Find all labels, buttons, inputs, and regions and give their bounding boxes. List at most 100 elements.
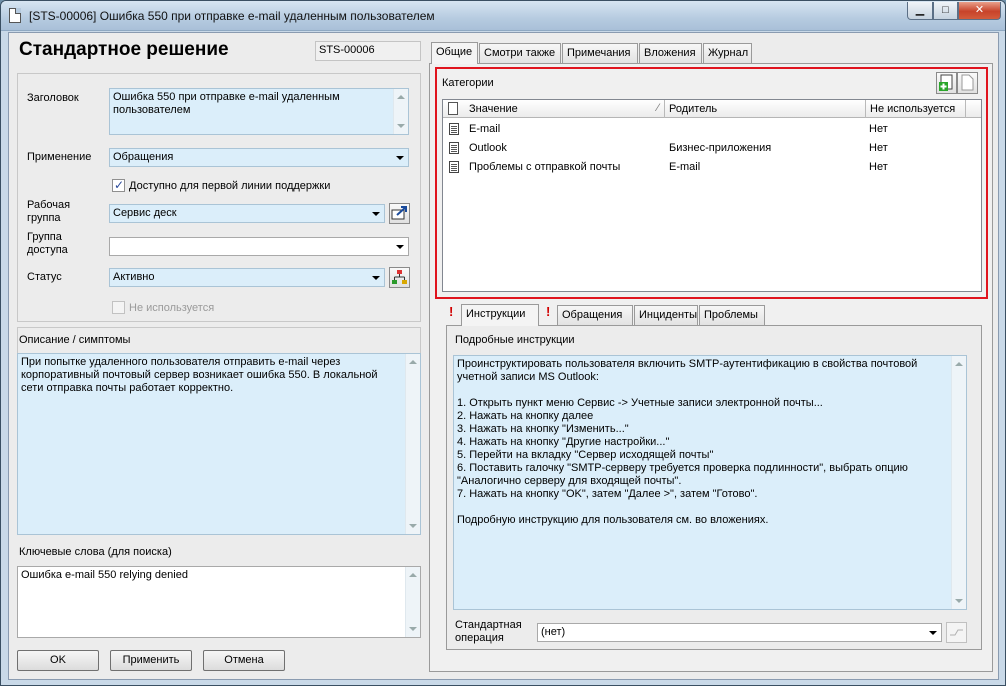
instructions-line: "Аналогично серверу для входящей почты". — [457, 475, 682, 487]
instructions-line: 4. Нажать на кнопку "Другие настройки...… — [457, 436, 670, 448]
folder-open-icon — [391, 206, 407, 220]
tab-instructions[interactable]: Инструкции — [461, 304, 539, 326]
instructions-label: Подробные инструкции — [455, 334, 575, 346]
document-icon — [9, 8, 21, 23]
workgroup-label-line2: группа — [27, 212, 61, 224]
blank-document-icon — [961, 74, 974, 91]
instructions-line — [457, 501, 963, 514]
instructions-flag: ! — [449, 304, 454, 319]
subject-text: Ошибка 550 при отправке e-mail удаленным… — [113, 91, 340, 116]
app-window: [STS-00006] Ошибка 550 при отправке e-ma… — [0, 0, 1006, 686]
instructions-field[interactable]: Проинструктировать пользователя включить… — [453, 355, 967, 610]
instructions-line: 1. Открыть пункт меню Сервис -> Учетные … — [457, 397, 823, 409]
table-row[interactable]: E-mail Нет — [443, 120, 981, 139]
first-line-checkbox[interactable] — [112, 178, 125, 192]
record-icon — [449, 161, 459, 173]
workgroup-combo[interactable]: Сервис деск — [109, 204, 385, 223]
not-used-label: Не используется — [129, 302, 215, 314]
status-value: Активно — [113, 271, 155, 283]
workflow-icon — [392, 270, 407, 284]
instructions-line: 3. Нажать на кнопку "Изменить..." — [457, 423, 629, 435]
std-operation-label-line2: операция — [455, 632, 504, 644]
application-combo[interactable]: Обращения — [109, 148, 409, 167]
instructions-line — [457, 384, 963, 397]
chevron-down-icon[interactable] — [926, 625, 940, 640]
maximize-button[interactable]: □ — [933, 2, 958, 20]
description-label: Описание / симптомы — [19, 334, 131, 346]
instructions-line: учетной записи MS Outlook: — [457, 371, 599, 383]
tab-see-also[interactable]: Смотри также — [479, 43, 561, 63]
tab-notes[interactable]: Примечания — [562, 43, 638, 63]
subject-label: Заголовок — [27, 92, 79, 104]
tab-attachments[interactable]: Вложения — [639, 43, 702, 63]
instructions-line: 2. Нажать на кнопку далее — [457, 410, 594, 422]
tab-requests[interactable]: Обращения — [557, 305, 633, 325]
table-row[interactable]: Outlook Бизнес-приложения Нет — [443, 139, 981, 158]
add-category-button[interactable] — [936, 72, 957, 94]
description-field[interactable]: При попытке удаленного пользователя отпр… — [17, 353, 421, 535]
application-label: Применение — [27, 151, 92, 163]
workgroup-value: Сервис деск — [113, 207, 177, 219]
instructions-scrollbar[interactable] — [951, 356, 966, 609]
tab-incidents[interactable]: Инциденты — [634, 305, 698, 325]
title-bar[interactable]: [STS-00006] Ошибка 550 при отправке e-ma… — [1, 1, 1005, 31]
instructions-line: Подробную инструкцию для пользователя см… — [457, 514, 769, 526]
apply-button[interactable]: Применить — [110, 650, 192, 671]
std-operation-edit-button[interactable] — [946, 622, 967, 643]
remove-category-button[interactable] — [957, 72, 978, 94]
chevron-down-icon[interactable] — [369, 206, 383, 221]
subject-field[interactable]: Ошибка 550 при отправке e-mail удаленным… — [109, 88, 409, 135]
status-label: Статус — [27, 271, 62, 283]
std-operation-combo[interactable]: (нет) — [537, 623, 942, 642]
not-used-checkbox[interactable] — [112, 301, 125, 314]
cell-value: E-mail — [469, 123, 501, 135]
chevron-down-icon[interactable] — [369, 270, 383, 285]
cancel-button[interactable]: Отмена — [203, 650, 285, 671]
cell-value: Проблемы с отправкой почты — [469, 161, 621, 173]
instructions-line: 6. Поставить галочку "SMTP-серверу требу… — [457, 462, 908, 474]
keywords-scrollbar[interactable] — [405, 567, 420, 637]
subject-scrollbar[interactable] — [393, 89, 408, 134]
instructions-line: 7. Нажать на кнопку "OK", затем "Далее >… — [457, 488, 758, 500]
description-text: При попытке удаленного пользователя отпр… — [21, 356, 378, 394]
status-workflow-button[interactable] — [389, 267, 410, 288]
column-header-unused[interactable]: Не используется — [866, 100, 966, 118]
dialog-client: Стандартное решение STS-00006 Заголовок … — [8, 32, 999, 680]
instructions-line: Проинструктировать пользователя включить… — [457, 358, 918, 370]
code-field[interactable]: STS-00006 — [315, 41, 421, 61]
access-group-combo[interactable] — [109, 237, 409, 256]
column-header-value[interactable]: Значение ⁄ — [443, 100, 665, 118]
application-value: Обращения — [113, 151, 174, 163]
chevron-down-icon[interactable] — [393, 239, 407, 254]
cell-unused: Нет — [869, 142, 888, 154]
std-operation-label-line1: Стандартная — [455, 619, 522, 631]
minimize-button[interactable]: ▁ — [907, 2, 933, 20]
description-scrollbar[interactable] — [405, 354, 420, 534]
requests-flag: ! — [546, 304, 551, 319]
std-operation-value: (нет) — [541, 626, 566, 638]
sort-icon: ⁄ — [657, 102, 659, 114]
cell-parent: Бизнес-приложения — [669, 142, 772, 154]
access-group-label-line2: доступа — [27, 244, 68, 256]
record-icon — [449, 123, 459, 135]
column-header-parent[interactable]: Родитель — [665, 100, 866, 118]
first-line-label: Доступно для первой линии поддержки — [129, 180, 331, 192]
tab-general[interactable]: Общие — [431, 42, 478, 64]
ok-button[interactable]: OK — [17, 650, 99, 671]
keywords-field[interactable]: Ошибка e-mail 550 relying denied — [17, 566, 421, 638]
page-title: Стандартное решение — [19, 39, 229, 60]
instructions-line: 5. Перейти на вкладку "Сервер исходящей … — [457, 449, 714, 461]
keywords-label: Ключевые слова (для поиска) — [19, 546, 172, 558]
cell-unused: Нет — [869, 123, 888, 135]
categories-grid: Значение ⁄ Родитель Не используется E-ma… — [442, 99, 982, 292]
tab-problems[interactable]: Проблемы — [699, 305, 765, 325]
table-row[interactable]: Проблемы с отправкой почты E-mail Нет — [443, 158, 981, 177]
link-icon — [950, 629, 963, 636]
open-workgroup-button[interactable] — [389, 203, 410, 224]
close-button[interactable]: ✕ — [958, 2, 1001, 20]
status-combo[interactable]: Активно — [109, 268, 385, 287]
tab-journal[interactable]: Журнал — [703, 43, 752, 63]
access-group-label-line1: Группа — [27, 231, 62, 243]
chevron-down-icon[interactable] — [393, 150, 407, 165]
cell-parent: E-mail — [669, 161, 701, 173]
